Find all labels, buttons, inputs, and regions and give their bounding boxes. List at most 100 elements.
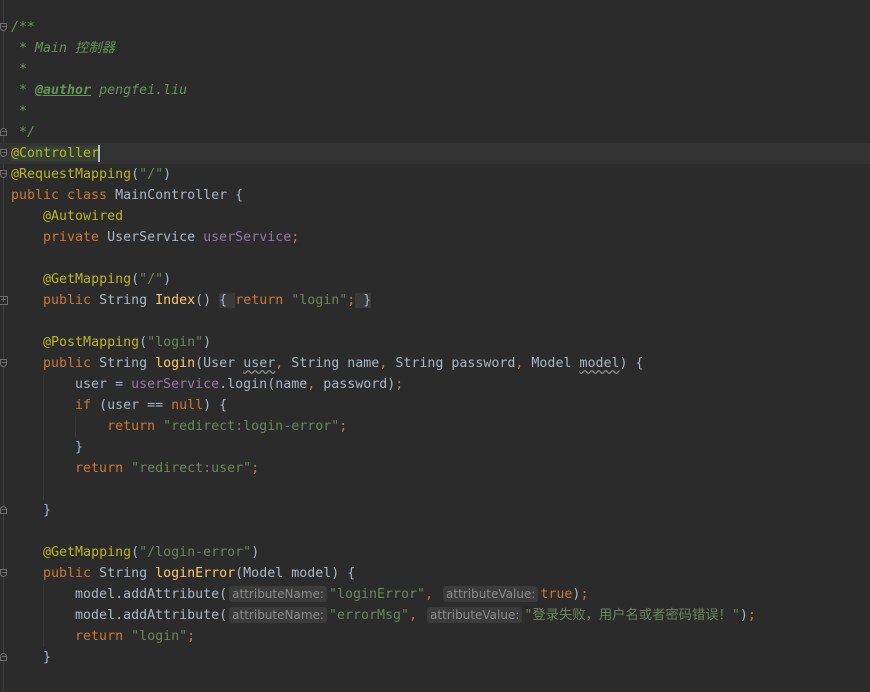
code-token: public	[11, 356, 100, 371]
code-text: user = userService.login(name, password)…	[11, 374, 403, 395]
fold-collapse-icon[interactable]: −	[0, 569, 8, 577]
code-token: )	[251, 545, 260, 560]
code-token: /**	[11, 20, 36, 35]
code-token: (	[139, 335, 148, 350]
code-line[interactable]: /** −	[0, 17, 870, 38]
code-token: "登录失败，用户名或者密码错误！"	[524, 608, 740, 623]
code-line[interactable]: @Autowired	[0, 206, 870, 227]
code-token: password)	[323, 377, 396, 392]
code-text: }	[11, 437, 83, 458]
code-token: "login"	[291, 293, 348, 308]
code-text: @Autowired	[11, 206, 123, 227]
code-text: *	[11, 59, 27, 80]
code-line[interactable]: return "redirect:user";	[0, 458, 870, 479]
code-token: )	[163, 272, 172, 287]
code-token: ,	[275, 356, 292, 371]
code-line[interactable]: } −	[0, 500, 870, 521]
code-line[interactable]: private UserService userService;	[0, 227, 870, 248]
code-text: model.addAttribute(attributeName: "loginE…	[11, 584, 588, 605]
fold-collapse-icon[interactable]: −	[0, 170, 8, 178]
code-line[interactable]: @PostMapping("login")	[0, 332, 870, 353]
code-token: String	[99, 356, 156, 371]
text-caret	[98, 144, 101, 162]
code-line[interactable]: user = userService.login(name, password)…	[0, 374, 870, 395]
code-line[interactable]	[0, 248, 870, 269]
code-token: loginError	[155, 566, 236, 581]
fold-expand-icon[interactable]: +	[0, 296, 8, 305]
code-token: Model	[531, 356, 580, 371]
code-line[interactable]: } −	[0, 647, 870, 668]
code-token: pengfei.liu	[91, 83, 188, 98]
code-line[interactable]: * @author pengfei.liu	[0, 80, 870, 101]
code-token: private	[11, 230, 108, 245]
code-token: ) {	[619, 356, 644, 371]
code-line[interactable]: @RequestMapping("/") −	[0, 164, 870, 185]
code-token[interactable]: {	[219, 293, 236, 308]
code-line[interactable]	[0, 521, 870, 542]
code-token: ) {	[203, 398, 228, 413]
fold-collapse-icon[interactable]: −	[0, 128, 8, 136]
code-line[interactable]: model.addAttribute(attributeName: "errorM…	[0, 605, 870, 626]
code-token: * Main 控制器	[11, 41, 115, 56]
code-line[interactable]: if (user == null) {	[0, 395, 870, 416]
code-token: login	[155, 356, 196, 371]
code-token: )	[739, 608, 748, 623]
code-line[interactable]	[0, 479, 870, 500]
code-token: public	[11, 293, 100, 308]
code-line[interactable]: public String Index() { return "login"; …	[0, 290, 870, 311]
code-token: .login(name	[219, 377, 308, 392]
fold-collapse-icon[interactable]: −	[0, 359, 8, 367]
code-token: public	[11, 566, 100, 581]
code-token: @Autowired	[43, 209, 124, 224]
code-token: model.addAttribute(	[11, 587, 228, 602]
code-token: (user ==	[99, 398, 172, 413]
code-line[interactable]: *	[0, 101, 870, 122]
code-line[interactable]: public String login(User user, String na…	[0, 353, 870, 374]
code-token: ,	[379, 356, 396, 371]
code-token: (	[131, 545, 140, 560]
code-token: *	[11, 62, 28, 77]
code-token: UserService	[107, 230, 204, 245]
code-editor[interactable]: /** − * Main 控制器 * * @author pengfei.liu …	[0, 0, 870, 692]
code-line[interactable]: return "redirect:login-error";	[0, 416, 870, 437]
code-token: @GetMapping	[43, 545, 132, 560]
code-line[interactable]: @Controller −	[0, 143, 870, 164]
code-token: (	[131, 272, 140, 287]
code-text: model.addAttribute(attributeName: "errorM…	[11, 605, 756, 626]
code-line[interactable]: @GetMapping("/login-error")	[0, 542, 870, 563]
fold-collapse-icon[interactable]: −	[0, 506, 8, 514]
code-line[interactable]: return "login";	[0, 626, 870, 647]
code-token: model.addAttribute(	[11, 608, 228, 623]
code-token: "loginError"	[328, 587, 426, 602]
code-token: user	[243, 356, 276, 371]
code-text: public class MainController {	[11, 185, 243, 206]
code-token: return	[11, 419, 164, 434]
code-token: String password	[395, 356, 516, 371]
code-token[interactable]: }	[355, 293, 372, 308]
code-token: @author	[35, 83, 92, 98]
code-token: "/login-error"	[139, 545, 252, 560]
code-text: if (user == null) {	[11, 395, 227, 416]
fold-collapse-icon[interactable]: −	[0, 149, 8, 157]
fold-collapse-icon[interactable]: −	[0, 653, 8, 661]
parameter-hint: attributeValue:	[443, 586, 539, 602]
code-token: ;	[251, 461, 260, 476]
code-line[interactable]	[0, 311, 870, 332]
code-token: }	[11, 650, 52, 665]
code-token: (Model model) {	[235, 566, 356, 581]
code-token: *	[11, 83, 36, 98]
code-line[interactable]: @GetMapping("/")	[0, 269, 870, 290]
code-line[interactable]: * Main 控制器	[0, 38, 870, 59]
code-token: return	[11, 461, 132, 476]
fold-collapse-icon[interactable]: −	[0, 23, 8, 31]
code-line[interactable]: */−	[0, 122, 870, 143]
code-token: */	[11, 125, 36, 140]
code-line[interactable]: public String loginError(Model model) {−	[0, 563, 870, 584]
code-line[interactable]: public class MainController {	[0, 185, 870, 206]
code-line[interactable]: model.addAttribute(attributeName: "loginE…	[0, 584, 870, 605]
code-line[interactable]: }	[0, 437, 870, 458]
code-line[interactable]: *	[0, 59, 870, 80]
